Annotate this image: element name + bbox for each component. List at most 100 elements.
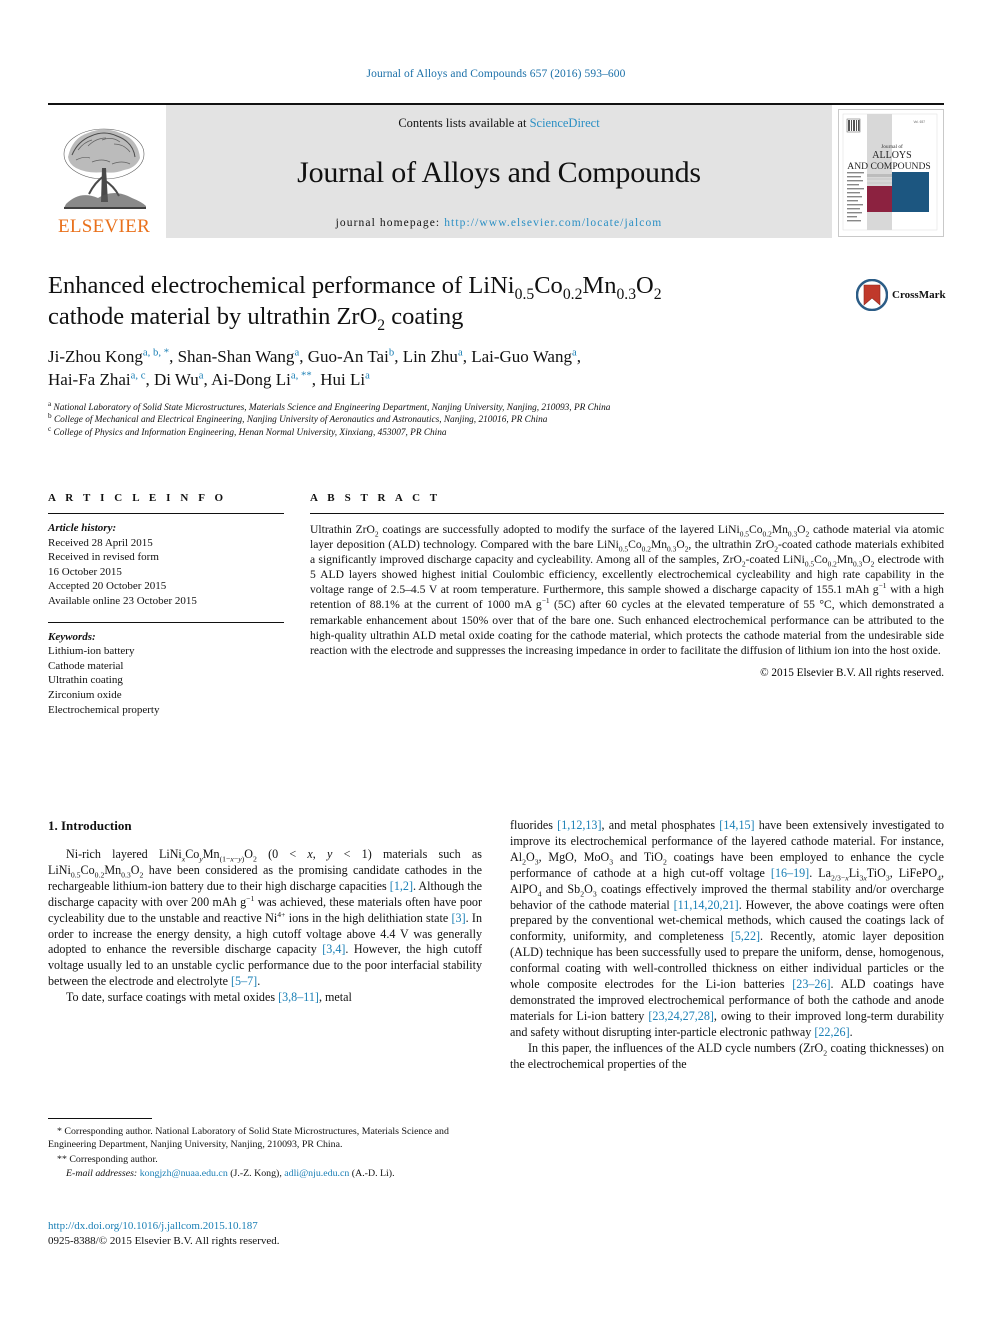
footnote-rule xyxy=(48,1118,152,1119)
citation-link[interactable]: [5,22] xyxy=(731,929,760,943)
citation-link[interactable]: [3,8–11] xyxy=(278,990,319,1004)
author-affil-mark: a, c xyxy=(130,369,146,382)
author-affil-mark: b xyxy=(388,346,395,359)
author-affil-mark: a xyxy=(457,346,463,359)
list-item: Electrochemical property xyxy=(48,703,160,716)
paragraph: Ni-rich layered LiNixCoyMn(1−x−y)O2 (0 <… xyxy=(48,847,483,989)
article-info-body: Article history: Received 28 April 2015 … xyxy=(48,514,284,717)
title-sub-mn: 0.3 xyxy=(616,285,637,303)
crossmark-badge[interactable]: CrossMark xyxy=(856,278,952,312)
title-text-o: O xyxy=(636,272,654,299)
affiliation-mark: a xyxy=(48,399,52,408)
citation-link[interactable]: [11,14,20,21] xyxy=(674,898,739,912)
title-text-part1: Enhanced electrochemical performance of … xyxy=(48,272,515,299)
citation-link[interactable]: [1,12,13] xyxy=(557,818,601,832)
body-column-right: fluorides [1,12,13], and metal phosphate… xyxy=(510,818,944,1073)
affiliation-list: a National Laboratory of Solid State Mic… xyxy=(48,399,848,439)
author-affil-mark: a, b, * xyxy=(142,346,170,359)
author-name: Lai-Guo Wang xyxy=(471,347,572,366)
paragraph: fluorides [1,12,13], and metal phosphate… xyxy=(510,818,945,1039)
citation-link[interactable]: [5–7] xyxy=(231,974,257,988)
journal-homepage-link[interactable]: http://www.elsevier.com/locate/jalcom xyxy=(444,217,662,229)
title-sub-o: 2 xyxy=(653,285,662,303)
keywords-label: Keywords: xyxy=(48,630,96,643)
info-abstract-section: A R T I C L E I N F O Article history: R… xyxy=(48,492,944,717)
email-link[interactable]: adli@nju.edu.cn xyxy=(284,1168,349,1179)
citation-link[interactable]: [16–19] xyxy=(771,866,809,880)
contents-prefix-text: Contents lists available at xyxy=(398,116,530,130)
author-name: Di Wu xyxy=(153,370,199,389)
keywords-list: Lithium-ion battery Cathode material Ult… xyxy=(48,644,284,717)
journal-title: Journal of Alloys and Compounds xyxy=(297,156,701,189)
author-list: Ji-Zhou Konga, b, *, Shan-Shan Wanga, Gu… xyxy=(48,346,581,389)
crossmark-label: CrossMark xyxy=(892,289,946,301)
author-name: Ai-Dong Li xyxy=(211,370,291,389)
author-name: Guo-An Tai xyxy=(307,347,389,366)
citation-link[interactable]: [3] xyxy=(452,911,466,925)
body-column-gap xyxy=(482,818,510,1073)
elsevier-wordmark: ELSEVIER xyxy=(57,216,151,237)
crossmark-icon xyxy=(856,279,888,311)
citation-link[interactable]: [23–26] xyxy=(792,977,830,991)
list-item: Ultrathin coating xyxy=(48,674,123,687)
author-name: Lin Zhu xyxy=(402,347,458,366)
page-title: Enhanced electrochemical performance of … xyxy=(48,270,848,333)
svg-text:Journal of: Journal of xyxy=(881,143,903,150)
email-attribution: (A.-D. Li). xyxy=(351,1168,395,1179)
footnote-block: * Corresponding author. National Laborat… xyxy=(48,1118,482,1180)
author-name: Shan-Shan Wang xyxy=(177,347,295,366)
citation-link[interactable]: [3,4] xyxy=(322,942,345,956)
citation-link[interactable]: [22,26] xyxy=(814,1025,849,1039)
sciencedirect-link[interactable]: ScienceDirect xyxy=(530,116,600,130)
abstract-body: Ultrathin ZrO2 coatings are successfully… xyxy=(310,523,945,657)
affiliation-mark: b xyxy=(48,412,52,421)
article-history-list: Received 28 April 2015 Received in revis… xyxy=(48,536,284,609)
doi-link[interactable]: http://dx.doi.org/10.1016/j.jallcom.2015… xyxy=(48,1219,548,1234)
author-affil-mark: a xyxy=(571,346,577,359)
title-text-co: Co xyxy=(534,272,563,299)
corresponding-author-note-2: ** Corresponding author. xyxy=(57,1154,158,1165)
title-sub-co: 0.2 xyxy=(562,285,583,303)
abstract-column: A B S T R A C T Ultrathin ZrO2 coatings … xyxy=(310,492,944,717)
article-history-label: Article history: xyxy=(48,522,117,534)
list-item: Lithium-ion battery xyxy=(48,645,135,658)
journal-masthead: ELSEVIER Contents lists available at Sci… xyxy=(48,103,944,238)
citation-link[interactable]: [23,24,27,28] xyxy=(648,1009,714,1023)
affiliation-text: National Laboratory of Solid State Micro… xyxy=(53,403,611,413)
author-affil-mark: a xyxy=(198,369,204,382)
author-name: Ji-Zhou Kong xyxy=(48,347,143,366)
elsevier-logo: ELSEVIER xyxy=(48,105,160,238)
svg-text:ALLOYS: ALLOYS xyxy=(872,150,911,161)
list-item: Cathode material xyxy=(48,659,124,672)
citation-link[interactable]: [1,2] xyxy=(390,879,413,893)
affiliation-item: c College of Physics and Information Eng… xyxy=(48,425,848,439)
corresponding-author-note: * Corresponding author. National Laborat… xyxy=(48,1126,449,1150)
email-attribution: (J.-Z. Kong), xyxy=(230,1168,282,1179)
abstract-copyright: © 2015 Elsevier B.V. All rights reserved… xyxy=(760,666,944,679)
running-head: Journal of Alloys and Compounds 657 (201… xyxy=(366,68,626,80)
homepage-prefix-text: journal homepage: xyxy=(335,217,445,229)
author-name: Hui Li xyxy=(320,370,366,389)
list-item: 16 October 2015 xyxy=(48,565,122,578)
contents-available-line: Contents lists available at ScienceDirec… xyxy=(398,116,599,131)
title-text-mn: Mn xyxy=(582,272,617,299)
contents-banner: Contents lists available at ScienceDirec… xyxy=(166,105,832,238)
article-info-heading: A R T I C L E I N F O xyxy=(48,492,227,504)
svg-text:Vol. 657: Vol. 657 xyxy=(913,120,925,124)
keywords-block: Keywords: Lithium-ion battery Cathode ma… xyxy=(48,630,284,718)
author-affil-mark: a, ** xyxy=(290,369,312,382)
article-history-block: Article history: Received 28 April 2015 … xyxy=(48,521,284,609)
cover-artwork-icon: Vol. 657 Journal of ALLOYS AND COMPOUNDS xyxy=(839,110,941,234)
paper-page: Journal of Alloys and Compounds 657 (201… xyxy=(0,0,992,1323)
journal-homepage-line: journal homepage: http://www.elsevier.co… xyxy=(336,217,663,229)
email-link[interactable]: kongjzh@nuaa.edu.cn xyxy=(140,1168,228,1179)
list-item: Available online 23 October 2015 xyxy=(48,594,197,607)
citation-link[interactable]: [14,15] xyxy=(719,818,754,832)
email-label: E-mail addresses: xyxy=(66,1168,138,1179)
affiliation-text: College of Physics and Information Engin… xyxy=(53,427,447,438)
author-name: Hai-Fa Zhai xyxy=(48,370,131,389)
list-item: Received 28 April 2015 xyxy=(48,536,153,549)
affiliation-item: b College of Mechanical and Electrical E… xyxy=(48,412,848,426)
email-addresses-line: E-mail addresses: kongjzh@nuaa.edu.cn (J… xyxy=(48,1167,482,1180)
issn-copyright-line: 0925-8388/© 2015 Elsevier B.V. All right… xyxy=(48,1234,280,1247)
